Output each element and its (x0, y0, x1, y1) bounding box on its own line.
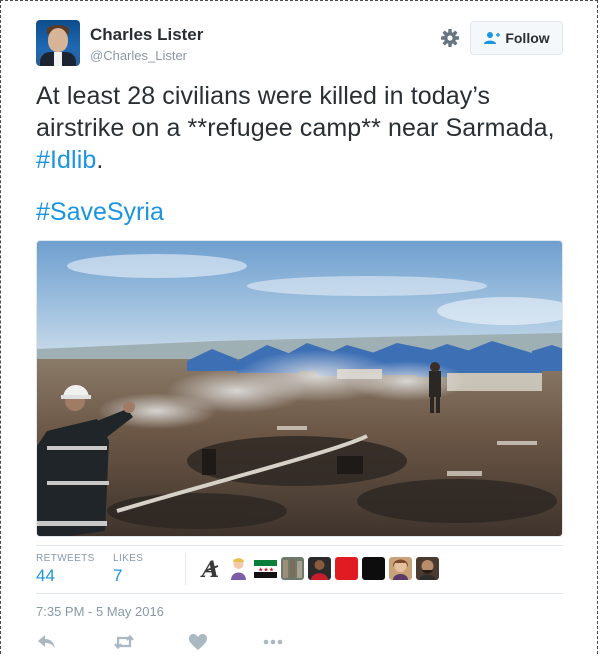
follow-label: Follow (505, 30, 550, 46)
retweet-icon[interactable] (113, 632, 135, 652)
liker-avatar[interactable]: A (200, 557, 223, 580)
tweet-timestamp[interactable]: 7:35 PM - 5 May 2016 (36, 604, 164, 619)
like-icon[interactable] (187, 632, 209, 652)
author-handle[interactable]: @Charles_Lister (90, 48, 187, 63)
follow-button[interactable]: Follow (470, 21, 563, 55)
tweet-photo[interactable] (36, 240, 563, 537)
add-user-icon (483, 31, 501, 45)
author-avatar[interactable] (36, 20, 80, 66)
liker-avatar[interactable] (335, 557, 358, 580)
likers-row: A ★★★ (200, 557, 439, 580)
likes-count[interactable]: 7 (113, 566, 122, 586)
retweets-count[interactable]: 44 (36, 566, 55, 586)
liker-avatar[interactable] (362, 557, 385, 580)
liker-avatar[interactable]: ★★★ (254, 557, 277, 580)
liker-avatar[interactable] (308, 557, 331, 580)
likes-label[interactable]: LIKES (113, 553, 143, 564)
retweets-label[interactable]: RETWEETS (36, 553, 95, 564)
stats-separator (185, 553, 186, 585)
liker-avatar[interactable] (281, 557, 304, 580)
liker-avatar[interactable] (227, 557, 250, 580)
tweet-text: At least 28 civilians were killed in tod… (36, 80, 566, 176)
tweet-end: . (96, 146, 104, 174)
reply-icon[interactable] (36, 632, 58, 652)
stats-divider-top (36, 545, 563, 546)
liker-avatar[interactable] (416, 557, 439, 580)
tweet-body: At least 28 civilians were killed in tod… (36, 82, 555, 142)
liker-avatar[interactable] (389, 557, 412, 580)
more-icon[interactable] (262, 632, 284, 652)
stats-divider-bottom (36, 593, 563, 594)
svg-text:★★★: ★★★ (258, 567, 274, 574)
author-name[interactable]: Charles Lister (90, 25, 203, 45)
gear-icon[interactable] (440, 28, 460, 48)
hashtag-savesyria[interactable]: #SaveSyria (36, 198, 164, 227)
tweet-actions (36, 632, 336, 652)
hashtag-idlib[interactable]: #Idlib (36, 146, 96, 174)
